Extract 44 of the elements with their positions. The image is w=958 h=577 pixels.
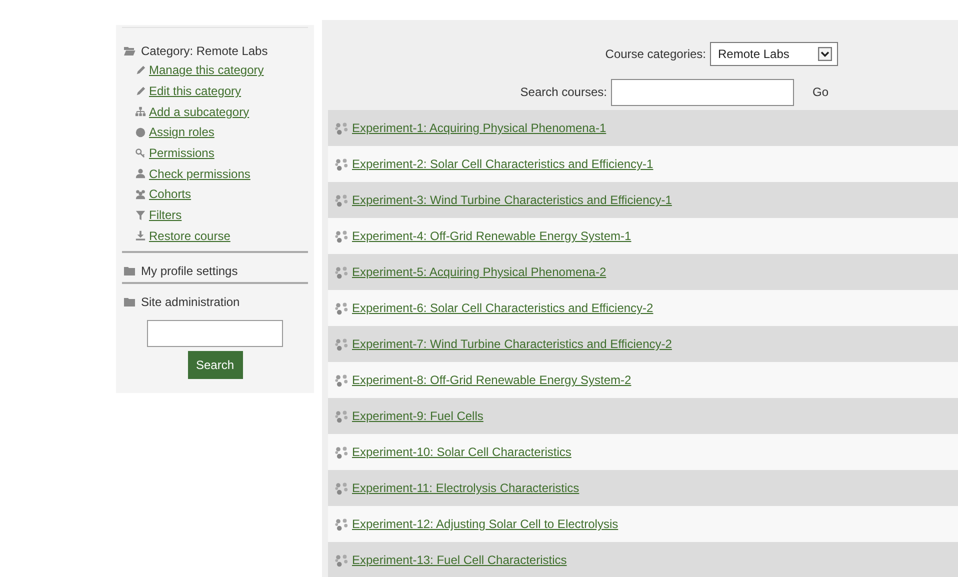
sidebar-link[interactable]: Filters <box>149 208 182 222</box>
search-field[interactable] <box>147 320 283 348</box>
folder-icon <box>123 265 136 278</box>
course-link[interactable]: Experiment-5: Acquiring Physical Phenomena-2 <box>352 265 606 279</box>
section-title[interactable]: My profile settings <box>141 264 238 278</box>
folder-icon <box>123 296 136 308</box>
course-link[interactable]: Experiment-2: Solar Cell Characteristics and Efficiency-1 <box>352 157 654 171</box>
circle-icon <box>135 126 146 138</box>
pencil-icon <box>135 64 146 76</box>
sidebar-link[interactable]: Assign roles <box>149 125 214 140</box>
sidebar-link[interactable]: Permissions <box>149 146 214 160</box>
folder-icon <box>123 45 136 57</box>
course-link[interactable]: Experiment-10: Solar Cell Characteristics <box>352 445 572 459</box>
course-link[interactable]: Experiment-13: Fuel Cell Characteristics <box>352 553 567 567</box>
course-link[interactable]: Experiment-8: Off-Grid Renewable Energy System-2 <box>352 373 632 387</box>
category-select[interactable]: Remote Labs <box>710 42 838 66</box>
sidebar-link[interactable]: Manage this category <box>149 63 264 78</box>
sidebar-link[interactable]: Restore course <box>149 228 230 243</box>
course-link[interactable]: Experiment-7: Wind Turbine Characteristics and Efficiency-2 <box>352 337 672 351</box>
filter-icon <box>135 210 146 221</box>
field-label: Course categories: <box>605 47 706 61</box>
course-link[interactable]: Experiment-1: Acquiring Physical Phenomena-1 <box>352 121 606 135</box>
sidebar-link[interactable]: Edit this category <box>149 84 242 98</box>
category-title: Category: Remote Labs <box>141 44 268 58</box>
field-label: Search courses: <box>520 85 607 99</box>
course-link[interactable]: Experiment-3: Wind Turbine Characteristics and Efficiency-1 <box>352 193 672 207</box>
go-button[interactable]: Go <box>798 78 843 106</box>
section-title[interactable]: Site administration <box>141 295 240 310</box>
sidebar-link[interactable]: Check permissions <box>149 166 250 181</box>
search-button[interactable]: Search <box>188 351 242 380</box>
users-icon <box>135 188 146 200</box>
sidebar-link[interactable]: Add a subcategory <box>149 104 250 119</box>
course-link[interactable]: Experiment-4: Off-Grid Renewable Energy System-1 <box>352 229 632 243</box>
sidebar-link[interactable]: Cohorts <box>149 187 192 202</box>
course-link[interactable]: Experiment-9: Fuel Cells <box>352 409 484 423</box>
user-icon <box>135 168 146 180</box>
download-icon <box>135 230 146 242</box>
course-link[interactable]: Experiment-6: Solar Cell Characteristics and Efficiency-2 <box>352 301 654 315</box>
key-icon <box>135 148 146 159</box>
course-link[interactable]: Experiment-12: Adjusting Solar Cell to Electrolysis <box>352 517 618 531</box>
search-field[interactable] <box>611 78 794 106</box>
course-link[interactable]: Experiment-11: Electrolysis Characteristics <box>352 481 580 495</box>
hierarchy-icon <box>135 106 146 118</box>
pencil-icon <box>135 86 146 97</box>
